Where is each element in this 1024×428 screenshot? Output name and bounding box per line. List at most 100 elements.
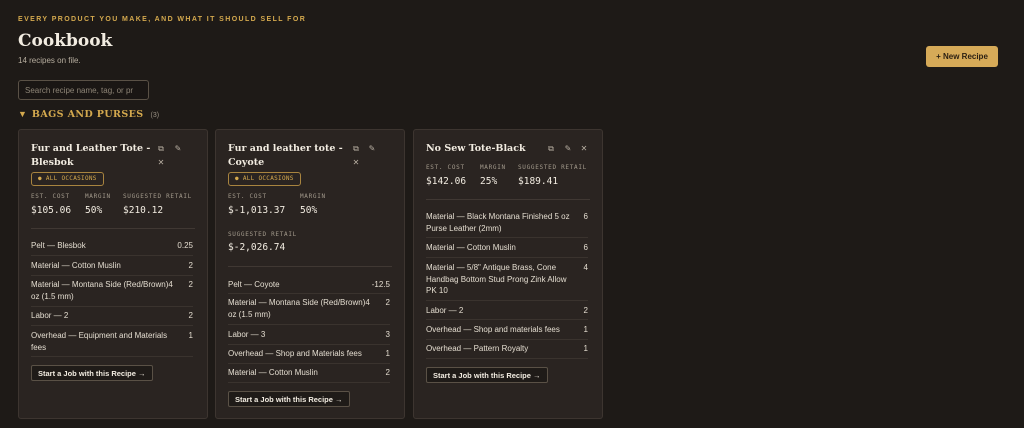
- line-item-qty: 2: [385, 368, 390, 377]
- line-item: Overhead — Equipment and Materials fees …: [31, 330, 193, 353]
- pencil-icon[interactable]: ✎: [173, 144, 183, 154]
- line-item-label: Material — Cotton Muslin: [228, 368, 318, 377]
- line-item: Overhead — Shop and materials fees 1: [426, 324, 588, 336]
- row-separator: [31, 325, 193, 326]
- collapse-caret-icon: ▼: [18, 109, 27, 119]
- line-item-label: Overhead — Equipment and Materials fees: [31, 331, 168, 352]
- margin-value: 25%: [480, 176, 498, 187]
- est-cost-value: $105.06: [31, 205, 72, 216]
- line-item-qty: 1: [583, 344, 588, 353]
- line-item-qty: 2: [385, 298, 390, 307]
- est-cost-value: $-1,013.37: [228, 205, 286, 216]
- line-item: Overhead — Pattern Royalty 1: [426, 343, 588, 355]
- row-separator: [31, 356, 193, 357]
- start-job-button[interactable]: Start a Job with this Recipe →: [426, 367, 548, 383]
- line-item: Labor — 2 2: [426, 305, 588, 317]
- line-item: Material — Black Montana Finished 5 oz P…: [426, 211, 588, 234]
- line-item-qty: 6: [583, 243, 588, 252]
- close-icon[interactable]: ✕: [156, 158, 166, 168]
- line-item-qty: 1: [583, 325, 588, 334]
- recipe-title: No Sew Tote-Black: [426, 143, 526, 154]
- line-item: Labor — 3 3: [228, 329, 390, 341]
- recipe-title: Fur and leather tote - Coyote: [228, 143, 343, 168]
- recipe-title: Fur and Leather Tote - Blesbok: [31, 143, 151, 168]
- suggested-retail-label: SUGGESTED RETAIL: [518, 164, 587, 171]
- occasion-badge: ● ALL OCCASIONS: [31, 172, 104, 186]
- copy-icon[interactable]: ⧉: [351, 144, 361, 154]
- group-count: (3): [150, 112, 160, 119]
- margin-label: MARGIN: [480, 164, 506, 171]
- est-cost-label: EST. COST: [426, 164, 465, 171]
- line-item-qty: 4: [583, 263, 588, 272]
- recipe-count: 14 recipes on file.: [18, 56, 81, 65]
- line-item-label: Pelt — Coyote: [228, 280, 280, 289]
- copy-icon[interactable]: ⧉: [156, 144, 166, 154]
- margin-value: 50%: [300, 205, 318, 216]
- page-eyebrow: EVERY PRODUCT YOU MAKE, AND WHAT IT SHOU…: [18, 16, 307, 23]
- line-item: Material — Montana Side (Red/Brown)4 oz …: [31, 279, 193, 302]
- close-icon[interactable]: ✕: [579, 144, 589, 154]
- row-separator: [228, 382, 390, 383]
- line-item-qty: 2: [188, 280, 193, 289]
- line-item-qty: -12.5: [371, 280, 390, 289]
- est-cost-label: EST. COST: [31, 193, 70, 200]
- line-item-qty: 2: [188, 261, 193, 270]
- close-icon[interactable]: ✕: [351, 158, 361, 168]
- line-item-qty: 1: [188, 331, 193, 340]
- line-item-label: Material — Montana Side (Red/Brown)4 oz …: [228, 298, 370, 319]
- divider: [426, 199, 590, 200]
- margin-label: MARGIN: [85, 193, 111, 200]
- line-item: Material — Montana Side (Red/Brown)4 oz …: [228, 297, 390, 320]
- row-separator: [426, 358, 588, 359]
- page-title: Cookbook: [18, 31, 113, 51]
- suggested-retail-value: $-2,026.74: [228, 242, 286, 253]
- pencil-icon[interactable]: ✎: [563, 144, 573, 154]
- suggested-retail-value: $189.41: [518, 176, 559, 187]
- line-item: Labor — 2 2: [31, 310, 193, 322]
- recipe-card: Fur and Leather Tote - Blesbok ⧉ ✎ ✕ ● A…: [18, 129, 208, 419]
- row-separator: [228, 324, 390, 325]
- line-item-label: Material — Montana Side (Red/Brown)4 oz …: [31, 280, 173, 301]
- row-separator: [426, 319, 588, 320]
- occasion-badge: ● ALL OCCASIONS: [228, 172, 301, 186]
- suggested-retail-label: SUGGESTED RETAIL: [228, 231, 297, 238]
- margin-value: 50%: [85, 205, 103, 216]
- line-item: Overhead — Shop and Materials fees 1: [228, 348, 390, 360]
- line-item: Material — Cotton Muslin 6: [426, 242, 588, 254]
- row-separator: [426, 300, 588, 301]
- divider: [228, 266, 392, 267]
- line-item-label: Labor — 2: [31, 311, 69, 320]
- group-header-bags-and-purses[interactable]: ▼ BAGS AND PURSES (3): [18, 109, 159, 120]
- pencil-icon[interactable]: ✎: [367, 144, 377, 154]
- new-recipe-button[interactable]: + New Recipe: [926, 46, 998, 67]
- line-item-qty: 2: [583, 306, 588, 315]
- line-item: Pelt — Blesbok 0.25: [31, 240, 193, 252]
- line-item: Material — Cotton Muslin 2: [228, 367, 390, 379]
- row-separator: [31, 275, 193, 276]
- suggested-retail-value: $210.12: [123, 205, 164, 216]
- search-input[interactable]: [18, 80, 149, 100]
- line-item: Material — 5/8" Antique Brass, Cone Hand…: [426, 262, 588, 297]
- group-title: BAGS AND PURSES: [31, 109, 144, 120]
- line-item-label: Overhead — Shop and materials fees: [426, 325, 560, 334]
- row-separator: [31, 255, 193, 256]
- line-item: Pelt — Coyote -12.5: [228, 279, 390, 291]
- divider: [31, 228, 195, 229]
- copy-icon[interactable]: ⧉: [546, 144, 556, 154]
- row-separator: [228, 293, 390, 294]
- row-separator: [426, 339, 588, 340]
- row-separator: [228, 344, 390, 345]
- row-separator: [426, 257, 588, 258]
- line-item-label: Material — Black Montana Finished 5 oz P…: [426, 212, 570, 233]
- line-item-label: Overhead — Pattern Royalty: [426, 344, 529, 353]
- line-item-label: Labor — 3: [228, 330, 266, 339]
- suggested-retail-label: SUGGESTED RETAIL: [123, 193, 192, 200]
- margin-label: MARGIN: [300, 193, 326, 200]
- line-item-qty: 6: [583, 212, 588, 221]
- start-job-button[interactable]: Start a Job with this Recipe →: [228, 391, 350, 407]
- line-item-label: Material — Cotton Muslin: [31, 261, 121, 270]
- start-job-button[interactable]: Start a Job with this Recipe →: [31, 365, 153, 381]
- line-item-label: Pelt — Blesbok: [31, 241, 86, 250]
- est-cost-label: EST. COST: [228, 193, 267, 200]
- row-separator: [426, 237, 588, 238]
